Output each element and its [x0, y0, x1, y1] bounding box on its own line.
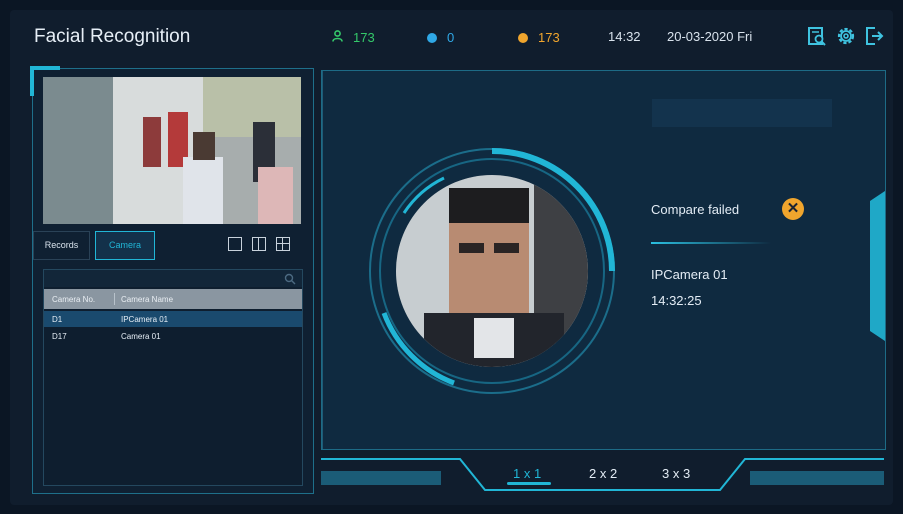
tab-camera[interactable]: Camera: [95, 231, 155, 260]
app-frame: Facial Recognition 173 0 173 14:32 20-03…: [10, 10, 893, 505]
stat-failed: 173: [518, 30, 560, 45]
panel-corner-accent: [30, 66, 34, 96]
search-input[interactable]: [44, 270, 302, 287]
clock-time: 14:32: [608, 29, 641, 44]
result-camera: IPCamera 01: [651, 267, 728, 282]
panel-tabs: Records Camera: [33, 231, 311, 260]
live-video[interactable]: [43, 77, 301, 224]
table-row[interactable]: D17 Camera 01: [44, 328, 302, 344]
table-row[interactable]: D1 IPCamera 01: [44, 311, 302, 327]
logout-icon[interactable]: [863, 25, 885, 47]
stat-people-value: 173: [353, 30, 375, 45]
divider: [651, 242, 771, 244]
quad-view-icon[interactable]: [276, 237, 290, 251]
close-circle-icon: ✕: [782, 198, 804, 220]
clock-date: 20-03-2020 Fri: [667, 29, 753, 44]
stat-matched-value: 0: [447, 30, 455, 45]
single-view-icon[interactable]: [228, 237, 242, 251]
pager-2x2[interactable]: 2 x 2: [589, 466, 617, 481]
face-capture: [364, 143, 620, 399]
tab-records[interactable]: Records: [33, 231, 90, 260]
table-header: Camera No. Camera Name: [44, 289, 302, 309]
pager-3x3[interactable]: 3 x 3: [662, 466, 690, 481]
person-icon: [332, 30, 343, 45]
check-circle-icon: [427, 32, 437, 43]
result-time: 14:32:25: [651, 293, 702, 308]
col-camera-name: Camera Name: [121, 295, 174, 304]
stat-failed-value: 173: [538, 30, 560, 45]
gear-icon[interactable]: [835, 25, 857, 47]
pager-active-indicator: [507, 482, 551, 485]
stat-matched: 0: [427, 30, 454, 45]
compare-status: Compare failed: [651, 202, 740, 217]
camera-no: D1: [52, 315, 63, 324]
col-camera-no: Camera No.: [52, 295, 96, 304]
search-icon[interactable]: [284, 272, 296, 290]
camera-panel: Records Camera Camera No. Camera Name D1…: [32, 68, 314, 494]
bottom-decoration: [321, 458, 884, 491]
panel-corner-accent: [30, 66, 60, 70]
camera-no: D17: [52, 332, 67, 341]
camera-name: Camera 01: [121, 332, 161, 341]
dual-view-icon[interactable]: [252, 237, 266, 251]
pager-1x1[interactable]: 1 x 1: [513, 466, 541, 481]
camera-name: IPCamera 01: [121, 315, 169, 324]
warning-circle-icon: [518, 32, 528, 43]
page-title: Facial Recognition: [34, 26, 191, 47]
search-file-icon[interactable]: [806, 25, 828, 47]
header: Facial Recognition 173 0 173 14:32 20-03…: [10, 10, 893, 64]
stat-people: 173: [332, 30, 375, 45]
